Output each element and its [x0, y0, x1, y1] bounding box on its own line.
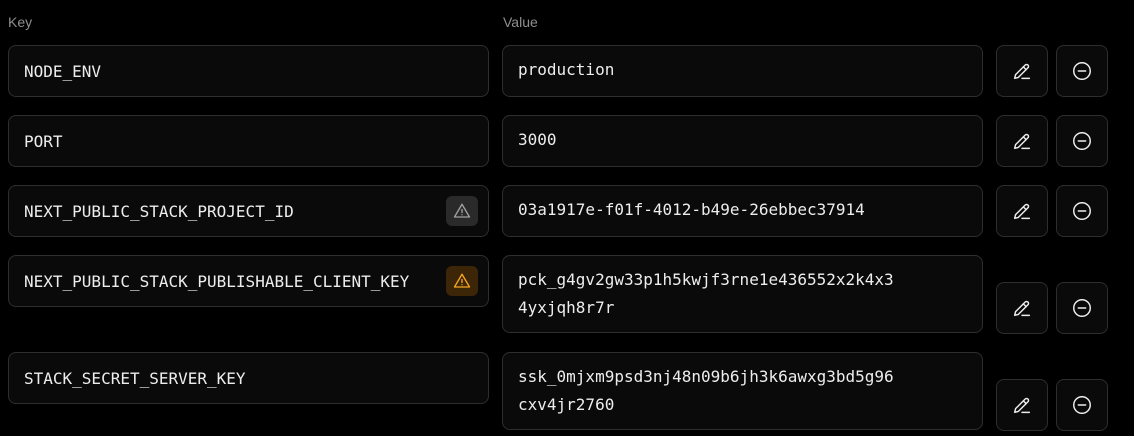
edit-button[interactable]: [996, 115, 1048, 167]
pencil-icon: [1013, 63, 1031, 80]
minus-circle-icon: [1073, 299, 1091, 317]
minus-circle-icon: [1073, 132, 1091, 150]
env-value-field[interactable]: 03a1917e-f01f-4012-b49e-26ebbec37914: [502, 185, 983, 237]
env-key-field[interactable]: STACK_SECRET_SERVER_KEY: [8, 352, 489, 404]
delete-button[interactable]: [1056, 379, 1108, 431]
pencil-icon: [1013, 133, 1031, 150]
env-value-field[interactable]: ssk_0mjxm9psd3nj48n09b6jh3k6awxg3bd5g96 …: [502, 352, 983, 430]
delete-button[interactable]: [1056, 45, 1108, 97]
value-column-header: Value: [503, 14, 538, 30]
env-value-field[interactable]: 3000: [502, 115, 983, 167]
pencil-icon: [1013, 203, 1031, 220]
warning-icon[interactable]: [446, 196, 478, 226]
env-value-text: ssk_0mjxm9psd3nj48n09b6jh3k6awxg3bd5g96 …: [518, 367, 894, 414]
minus-circle-icon: [1073, 202, 1091, 220]
env-value-text: production: [518, 60, 615, 79]
env-key-text: NEXT_PUBLIC_STACK_PUBLISHABLE_CLIENT_KEY: [24, 271, 410, 291]
minus-circle-icon: [1073, 62, 1091, 80]
env-value-field[interactable]: pck_g4gv2gw33p1h5kwjf3rne1e436552x2k4x3 …: [502, 255, 983, 333]
env-key-text: NEXT_PUBLIC_STACK_PROJECT_ID: [24, 201, 294, 221]
pencil-icon: [1013, 300, 1031, 317]
minus-circle-icon: [1073, 396, 1091, 414]
delete-button[interactable]: [1056, 115, 1108, 167]
edit-button[interactable]: [996, 379, 1048, 431]
env-key-field[interactable]: PORT: [8, 115, 489, 167]
env-key-field[interactable]: NEXT_PUBLIC_STACK_PUBLISHABLE_CLIENT_KEY: [8, 255, 489, 307]
env-value-field[interactable]: production: [502, 45, 983, 97]
edit-button[interactable]: [996, 45, 1048, 97]
pencil-icon: [1013, 397, 1031, 414]
key-column-header: Key: [8, 14, 33, 30]
env-key-field[interactable]: NODE_ENV: [8, 45, 489, 97]
env-key-text: STACK_SECRET_SERVER_KEY: [24, 368, 246, 388]
env-key-text: NODE_ENV: [24, 61, 102, 81]
edit-button[interactable]: [996, 282, 1048, 334]
env-key-field[interactable]: NEXT_PUBLIC_STACK_PROJECT_ID: [8, 185, 489, 237]
edit-button[interactable]: [996, 185, 1048, 237]
env-key-text: PORT: [24, 131, 63, 151]
env-value-text: 03a1917e-f01f-4012-b49e-26ebbec37914: [518, 200, 865, 219]
delete-button[interactable]: [1056, 282, 1108, 334]
env-value-text: 3000: [518, 130, 557, 149]
env-value-text: pck_g4gv2gw33p1h5kwjf3rne1e436552x2k4x3 …: [518, 270, 894, 317]
warning-icon[interactable]: [446, 266, 478, 296]
delete-button[interactable]: [1056, 185, 1108, 237]
